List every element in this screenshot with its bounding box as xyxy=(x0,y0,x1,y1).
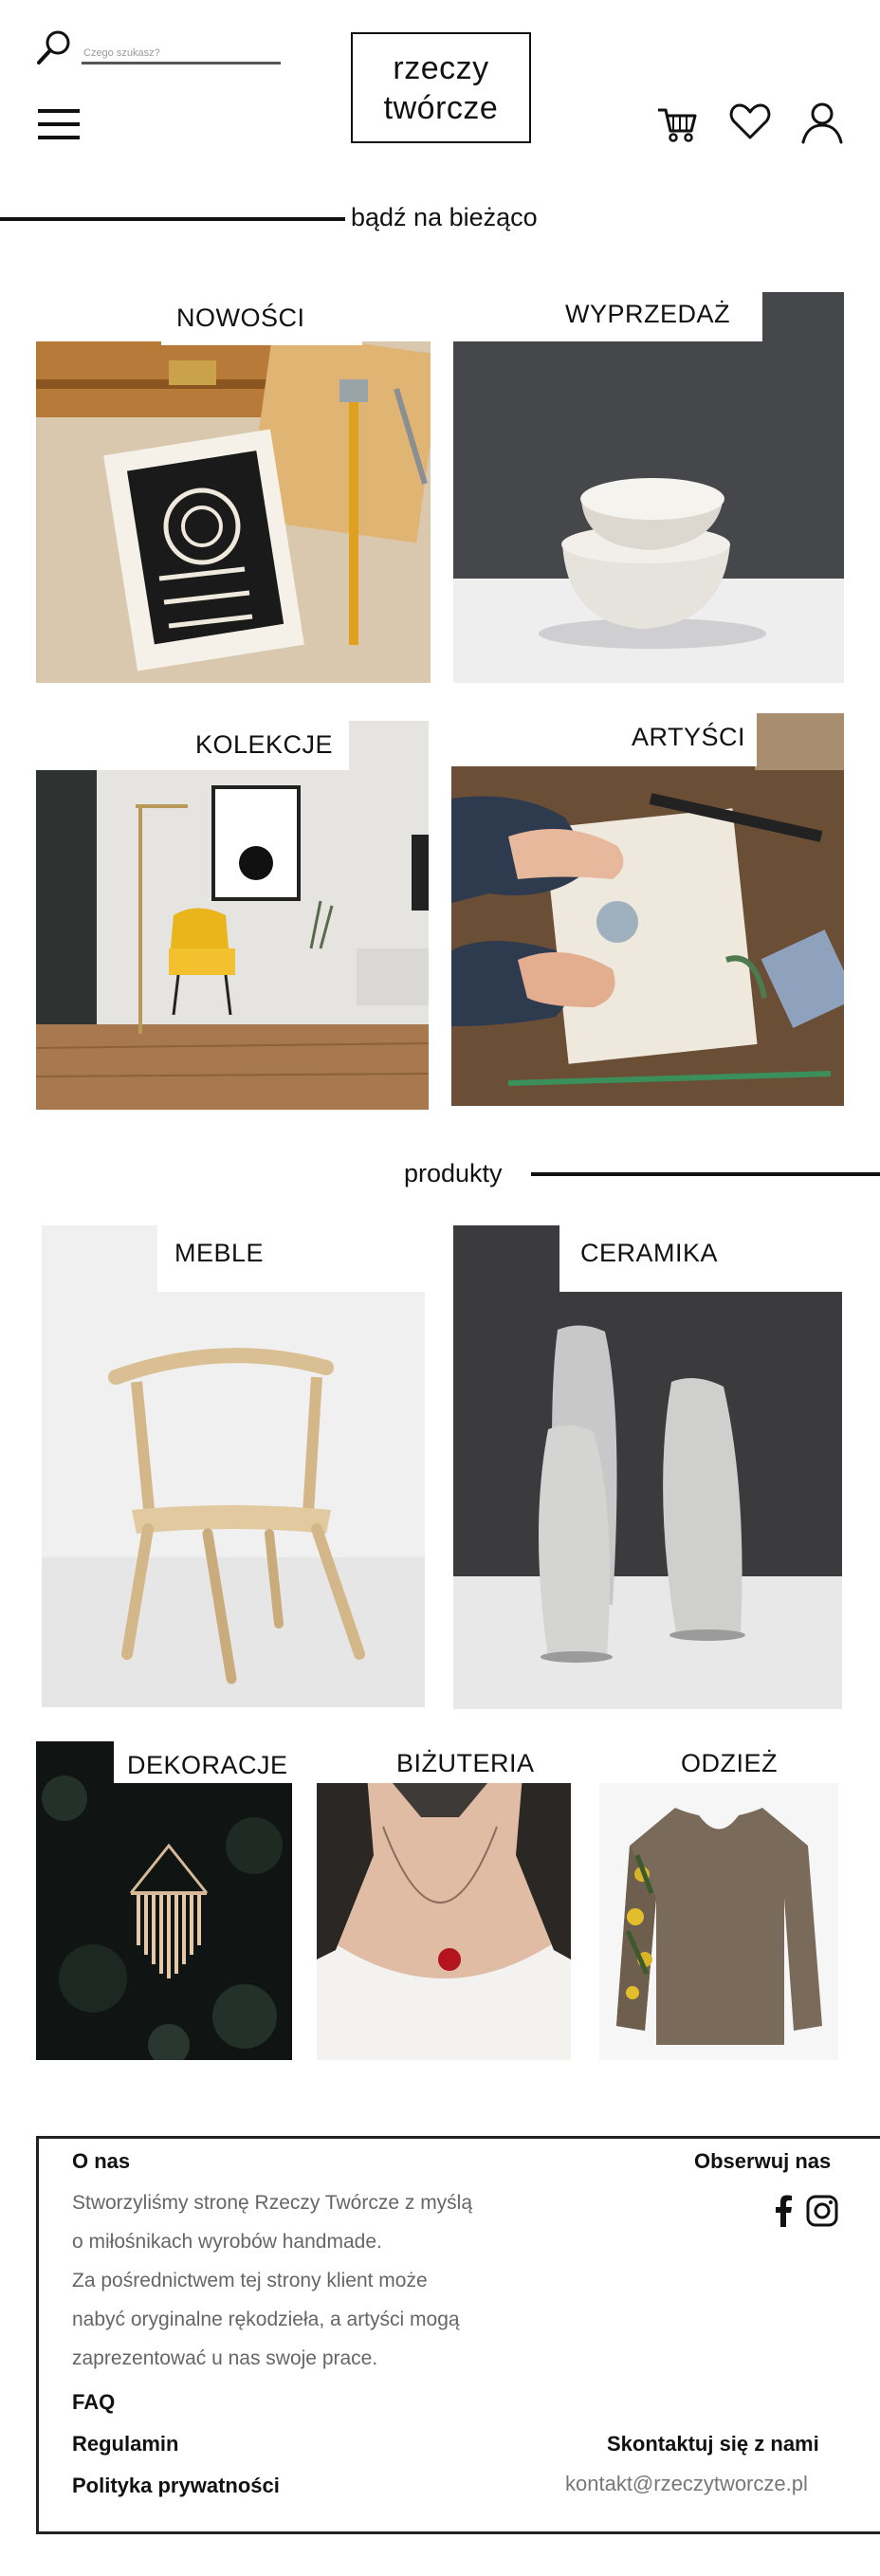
tile-meble-label: MEBLE xyxy=(174,1239,265,1267)
contact-email-link[interactable]: kontakt@rzeczytworcze.pl xyxy=(565,2472,808,2496)
section-divider xyxy=(0,217,345,221)
tile-wyprzedaz[interactable]: WYPRZEDAŻ xyxy=(453,292,844,683)
tile-dekoracje-image xyxy=(36,1741,292,2060)
user-icon[interactable] xyxy=(798,99,846,146)
tile-nowosci[interactable]: NOWOŚCI xyxy=(36,292,431,683)
section-divider xyxy=(531,1172,880,1176)
follow-title: Obserwuj nas xyxy=(694,2149,832,2173)
cart-icon[interactable] xyxy=(656,102,700,146)
tile-kolekcje-image xyxy=(36,721,429,1110)
tile-wyprzedaz-image xyxy=(453,292,844,683)
about-text: Stworzyliśmy stronę Rzeczy Twórcze z myś… xyxy=(72,2183,472,2378)
about-line: zaprezentować u nas swoje prace. xyxy=(72,2347,378,2369)
about-title: O nas xyxy=(72,2149,131,2173)
about-line: nabyć oryginalne rękodzieła, a artyści m… xyxy=(72,2309,460,2330)
instagram-icon[interactable] xyxy=(806,2195,838,2232)
contact-title: Skontaktuj się z nami xyxy=(607,2432,819,2456)
menu-button[interactable] xyxy=(36,106,83,144)
tile-bizuteria-label: BIŻUTERIA xyxy=(396,1749,535,1777)
tile-artysci-image xyxy=(451,713,844,1106)
tile-dekoracje[interactable]: DEKORACJE xyxy=(36,1741,292,2060)
faq-link[interactable]: FAQ xyxy=(72,2390,115,2415)
privacy-link[interactable]: Polityka prywatności xyxy=(72,2474,280,2498)
tile-kolekcje[interactable]: KOLEKCJE xyxy=(36,721,429,1110)
heart-icon[interactable] xyxy=(728,101,772,144)
search-input[interactable] xyxy=(82,44,281,64)
tile-odziez[interactable]: ODZIEŻ xyxy=(599,1741,838,2060)
search-icon[interactable] xyxy=(34,28,74,68)
terms-link[interactable]: Regulamin xyxy=(72,2432,178,2456)
tile-artysci-label: ARTYŚCI xyxy=(632,723,746,751)
tile-bizuteria-image xyxy=(317,1741,571,2060)
tile-ceramika-image xyxy=(453,1225,842,1709)
tile-nowosci-image xyxy=(36,341,431,683)
tile-odziez-label: ODZIEŻ xyxy=(681,1749,778,1777)
about-line: Za pośrednictwem tej strony klient może xyxy=(72,2270,428,2291)
tile-meble-image xyxy=(42,1225,425,1707)
logo-line-1: rzeczy xyxy=(393,49,489,86)
tile-nowosci-label: NOWOŚCI xyxy=(176,304,305,332)
about-line: Stworzyliśmy stronę Rzeczy Twórcze z myś… xyxy=(72,2192,473,2214)
tile-meble[interactable]: MEBLE xyxy=(42,1225,425,1707)
tile-wyprzedaz-label: WYPRZEDAŻ xyxy=(565,300,731,328)
products-section-heading: produkty xyxy=(404,1159,503,1187)
tile-artysci[interactable]: ARTYŚCI xyxy=(451,713,844,1106)
tile-odziez-image xyxy=(599,1741,838,2060)
tile-kolekcje-label: KOLEKCJE xyxy=(195,730,334,759)
logo-line-2: twórcze xyxy=(383,89,499,126)
tile-ceramika-label: CERAMIKA xyxy=(580,1239,719,1267)
tile-dekoracje-label: DEKORACJE xyxy=(127,1751,288,1779)
menu-icon[interactable] xyxy=(36,106,83,144)
tile-bizuteria[interactable]: BIŻUTERIA xyxy=(317,1741,571,2060)
search-bar[interactable] xyxy=(34,28,281,76)
site-logo[interactable]: rzeczy twórcze xyxy=(351,32,531,143)
tile-ceramika[interactable]: CERAMIKA xyxy=(453,1225,842,1709)
news-section-heading: bądź na bieżąco xyxy=(351,203,538,231)
facebook-icon[interactable] xyxy=(774,2195,793,2232)
about-line: o miłośnikach wyrobów handmade. xyxy=(72,2231,382,2253)
